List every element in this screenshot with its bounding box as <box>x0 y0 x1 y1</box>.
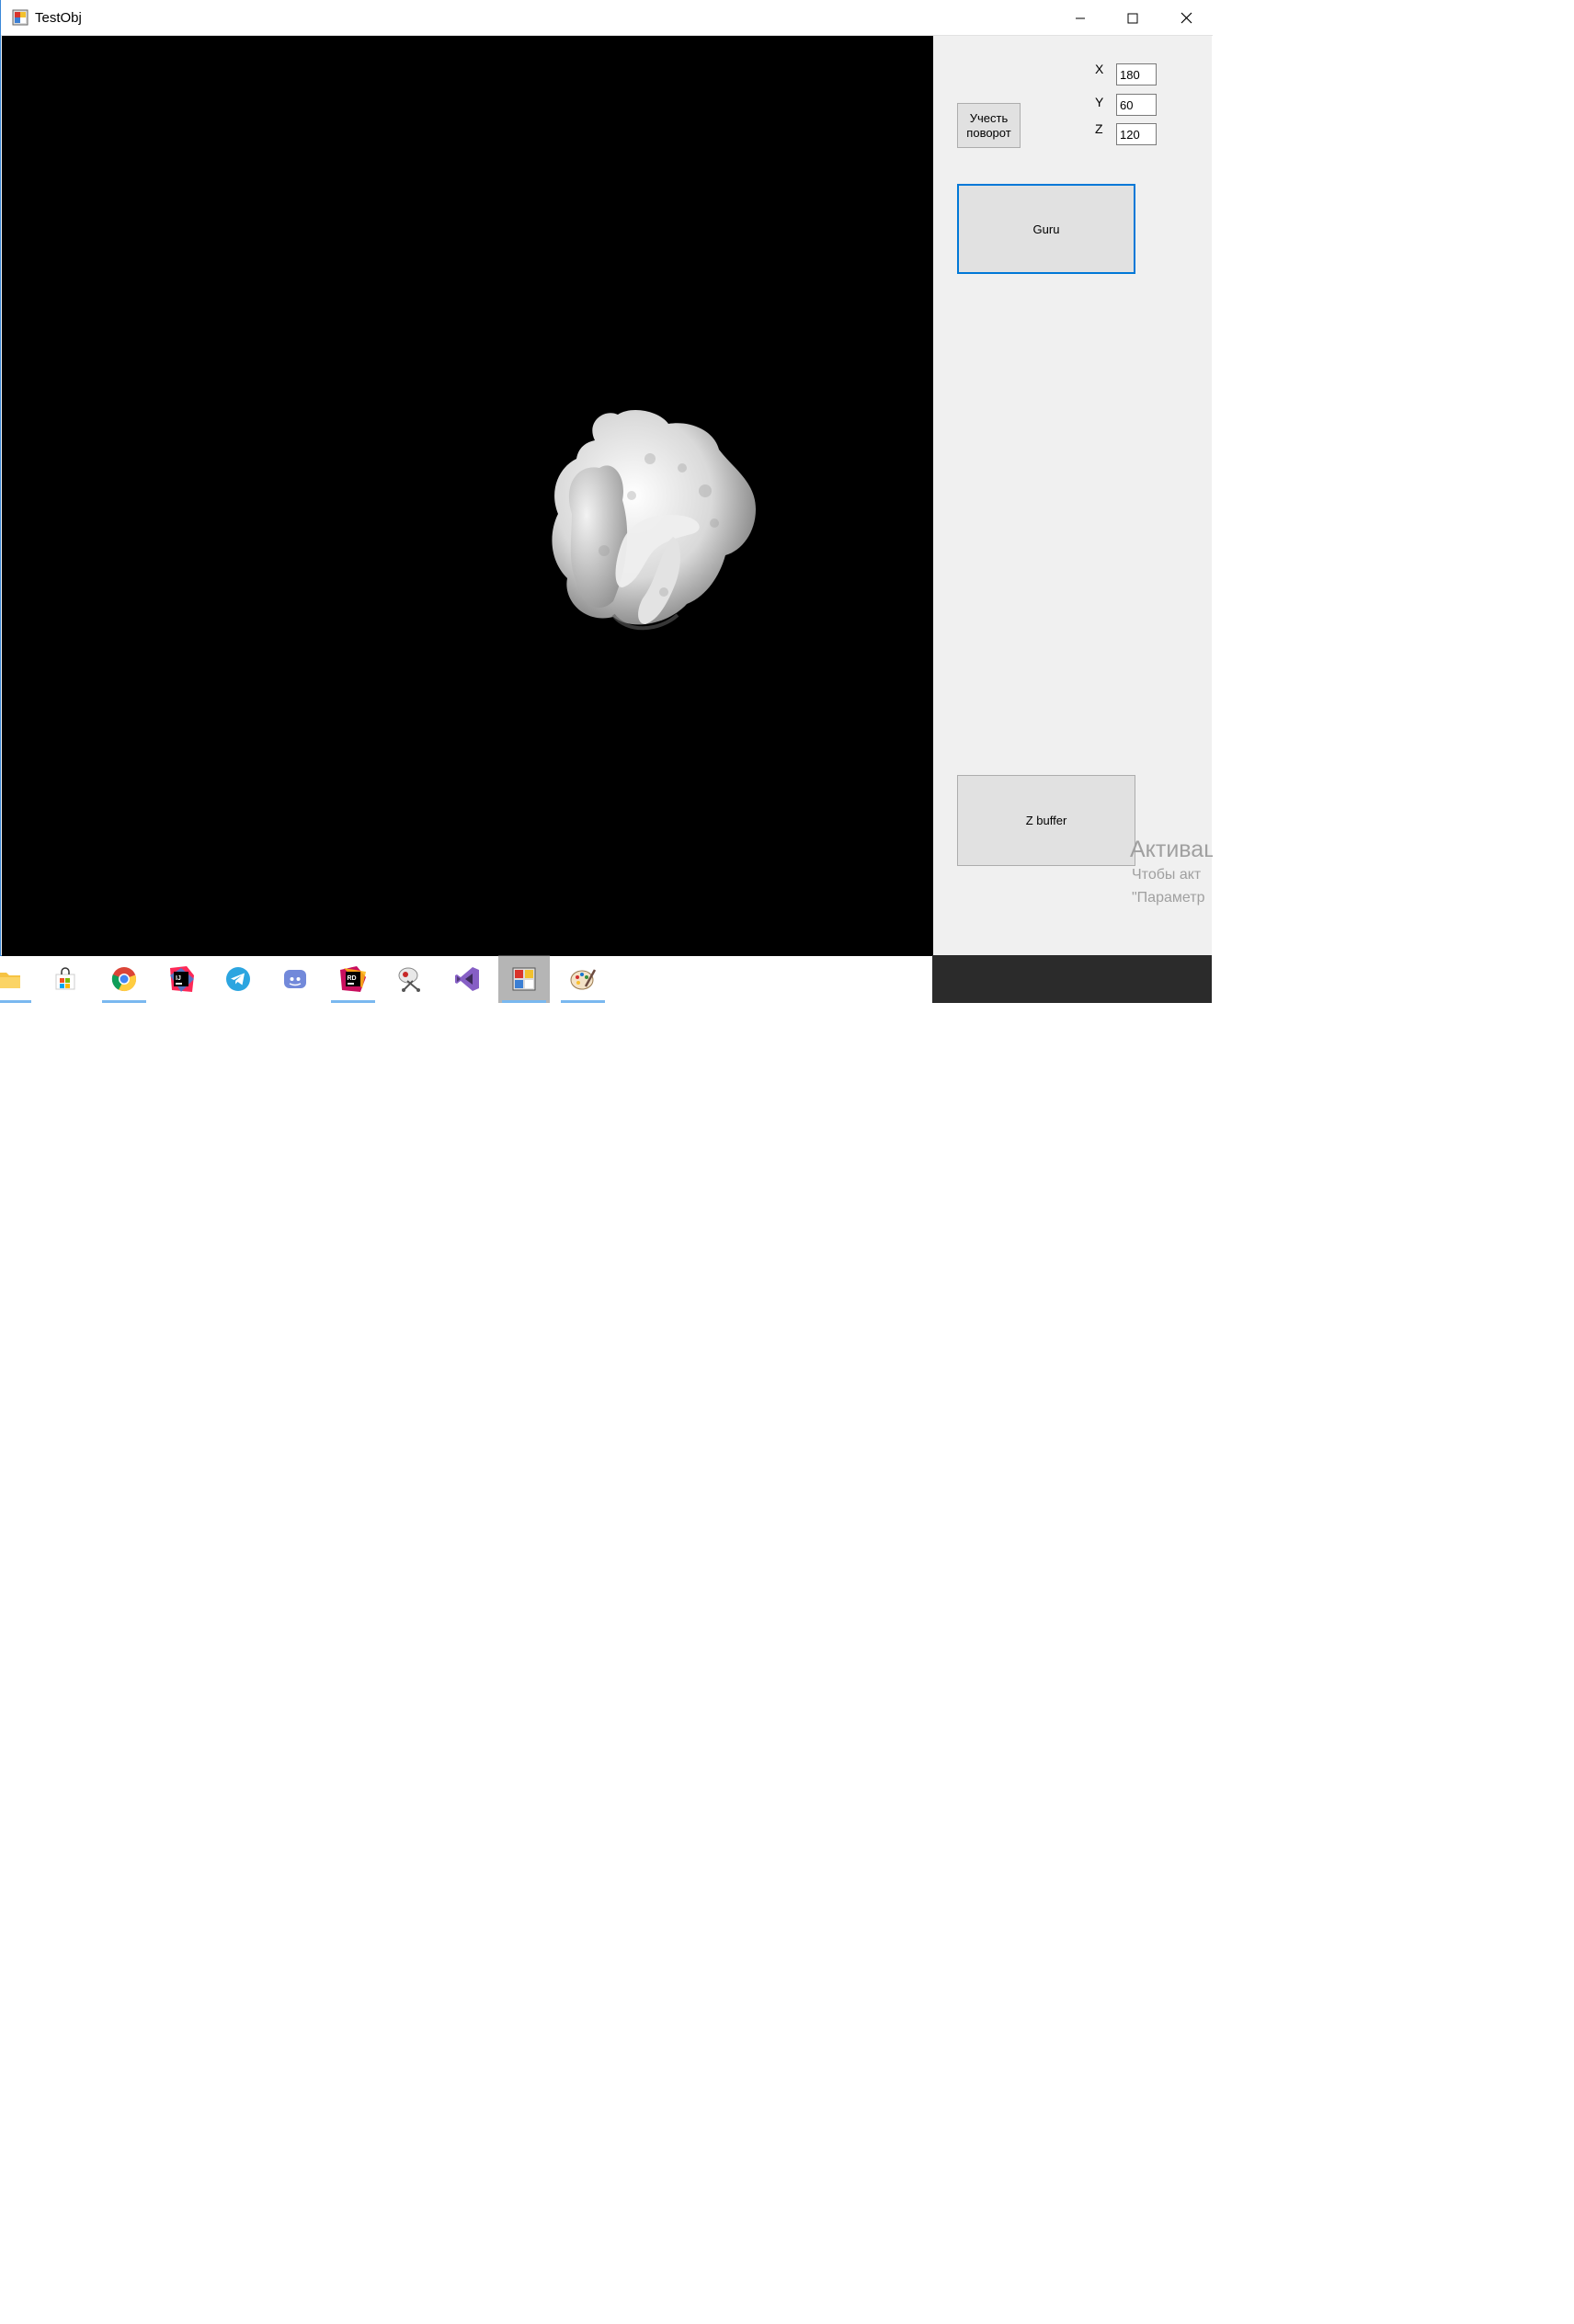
discord-icon <box>284 970 306 988</box>
apply-rotation-button[interactable]: Учесть поворот <box>957 103 1021 148</box>
zbuffer-button[interactable]: Z buffer <box>957 775 1135 866</box>
testobj-app-icon <box>512 967 536 991</box>
close-button[interactable] <box>1159 0 1213 36</box>
z-rotation-input[interactable] <box>1116 123 1157 145</box>
taskbar: IJ RD <box>0 955 625 1003</box>
window-title: TestObj <box>35 10 82 26</box>
app-icon <box>12 9 29 26</box>
taskbar-visual-studio[interactable] <box>441 955 493 1003</box>
x-label: X <box>1095 62 1104 76</box>
maximize-button[interactable] <box>1106 0 1159 36</box>
rider-icon: RD <box>340 966 366 992</box>
title-bar[interactable]: TestObj <box>1 0 1213 36</box>
taskbar-telegram[interactable] <box>212 955 264 1003</box>
y-label: Y <box>1095 95 1104 109</box>
close-icon <box>1180 12 1192 24</box>
running-indicator <box>0 1000 31 1003</box>
taskbar-discord[interactable] <box>269 955 321 1003</box>
paint-icon <box>570 969 597 990</box>
taskbar-rider[interactable]: RD <box>327 955 379 1003</box>
taskbar-chrome[interactable] <box>98 955 150 1003</box>
running-indicator <box>102 1000 146 1003</box>
snipping-tool-icon <box>398 967 420 992</box>
y-rotation-input[interactable] <box>1116 94 1157 116</box>
running-indicator <box>502 1000 546 1003</box>
z-label: Z <box>1095 121 1103 136</box>
rendered-3d-model <box>552 410 756 631</box>
x-rotation-input[interactable] <box>1116 63 1157 85</box>
running-indicator <box>331 1000 375 1003</box>
taskbar-paint[interactable] <box>557 955 609 1003</box>
running-indicator <box>561 1000 605 1003</box>
taskbar-file-explorer[interactable] <box>0 955 35 1003</box>
taskbar-store[interactable] <box>40 955 91 1003</box>
svg-text:RD: RD <box>348 975 357 982</box>
taskbar-snipping-tool[interactable] <box>384 955 436 1003</box>
telegram-icon <box>226 967 250 991</box>
chrome-icon <box>111 967 137 992</box>
taskbar-testobj-app[interactable] <box>498 955 550 1003</box>
control-panel: Учесть поворот X Y Z Guru Z buffer <box>933 36 1212 956</box>
render-viewport[interactable] <box>2 36 933 956</box>
file-explorer-icon <box>0 973 20 988</box>
store-icon <box>55 967 75 990</box>
minimize-button[interactable] <box>1054 0 1107 36</box>
taskbar-intellij[interactable]: IJ <box>155 955 207 1003</box>
taskbar-background <box>932 955 1212 1003</box>
visual-studio-icon <box>455 967 479 991</box>
guru-button[interactable]: Guru <box>957 184 1135 274</box>
app-window: TestObj Учесть поворот X 180 Y 60 Z 120 … <box>0 0 1213 956</box>
minimize-icon <box>1076 17 1085 18</box>
intellij-icon: IJ <box>170 966 194 992</box>
svg-text:IJ: IJ <box>176 975 181 982</box>
maximize-icon <box>1127 13 1138 23</box>
